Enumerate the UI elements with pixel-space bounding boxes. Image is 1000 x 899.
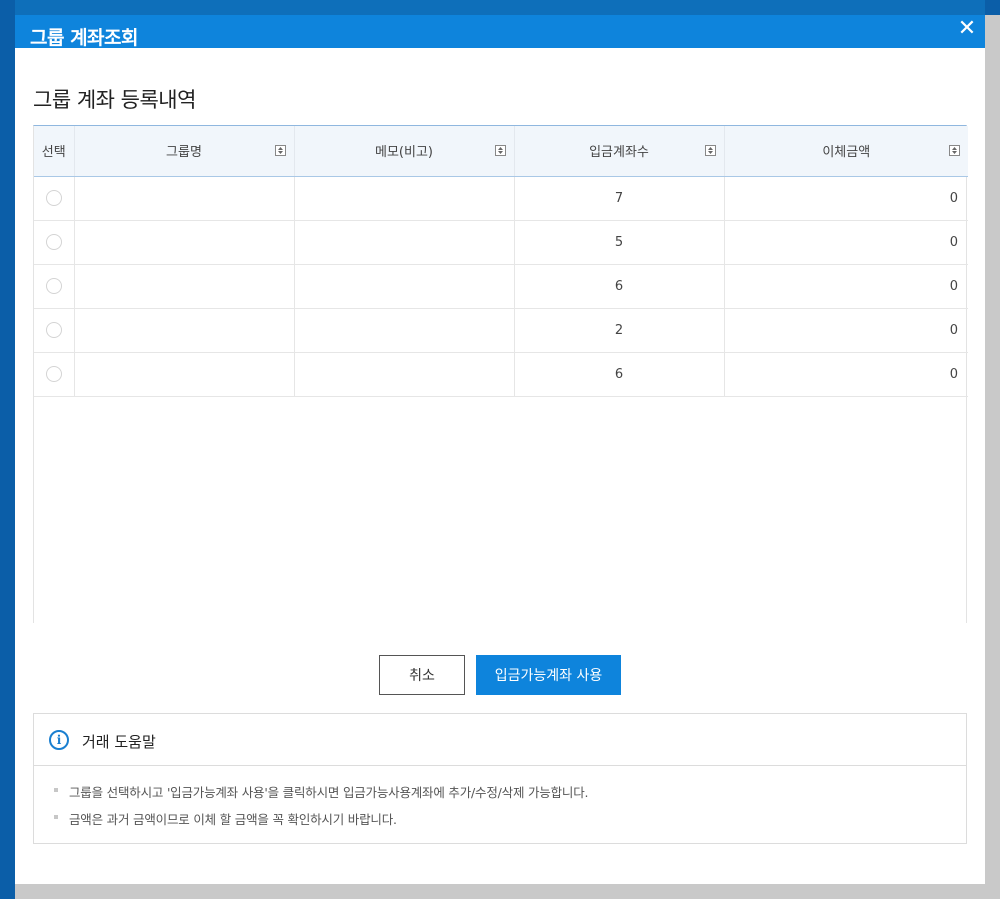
help-title: 거래 도움말: [82, 733, 156, 751]
select-cell: [34, 176, 75, 221]
memo-cell: [294, 176, 515, 221]
memo-cell: [294, 352, 515, 397]
help-list: 그룹을 선택하시고 '입금가능계좌 사용'을 클릭하시면 입금가능사용계좌에 추…: [34, 766, 966, 828]
row-radio[interactable]: [45, 190, 62, 206]
column-header-account-count[interactable]: 입금계좌수: [514, 126, 725, 177]
column-header-transfer-amount[interactable]: 이체금액: [724, 126, 968, 177]
column-header-group-name[interactable]: 그룹명: [74, 126, 295, 177]
row-radio[interactable]: [45, 234, 62, 250]
info-icon: i: [49, 730, 69, 750]
close-icon[interactable]: ✕: [955, 17, 979, 41]
action-buttons: 취소 입금가능계좌 사용: [15, 655, 985, 695]
group-name-cell: [74, 352, 295, 397]
table-row[interactable]: 6 0: [34, 352, 968, 397]
group-account-grid: 선택 그룹명 메모(비고) 입금계좌수 이체금액 7 0 5 0 6 0 2 0…: [33, 125, 968, 623]
section-title: 그룹 계좌 등록내역: [33, 88, 196, 112]
use-available-account-button[interactable]: 입금가능계좌 사용: [476, 655, 621, 695]
group-name-cell: [74, 176, 295, 221]
group-account-modal: 그룹 계좌조회 ✕ 그룹 계좌 등록내역 선택 그룹명 메모(비고) 입금계좌수…: [15, 0, 985, 884]
transfer-amount-cell: 0: [724, 308, 968, 353]
modal-header: 그룹 계좌조회 ✕: [15, 0, 985, 49]
transfer-amount-cell: 0: [724, 220, 968, 265]
group-name-cell: [74, 308, 295, 353]
help-item: 그룹을 선택하시고 '입금가능계좌 사용'을 클릭하시면 입금가능사용계좌에 추…: [54, 782, 966, 801]
account-count-cell: 6: [514, 352, 725, 397]
select-cell: [34, 220, 75, 265]
transfer-amount-cell: 0: [724, 264, 968, 309]
sort-icon[interactable]: [704, 145, 716, 156]
memo-cell: [294, 308, 515, 353]
row-radio[interactable]: [45, 322, 62, 338]
transfer-amount-cell: 0: [724, 352, 968, 397]
group-name-cell: [74, 220, 295, 265]
column-header-memo[interactable]: 메모(비고): [294, 126, 515, 177]
select-cell: [34, 308, 75, 353]
group-name-cell: [74, 264, 295, 309]
sort-icon[interactable]: [949, 145, 960, 156]
table-row[interactable]: 2 0: [34, 308, 968, 353]
cancel-button[interactable]: 취소: [379, 655, 465, 695]
modal-title: 그룹 계좌조회: [30, 27, 139, 49]
help-header: i 거래 도움말: [34, 714, 966, 766]
table-row[interactable]: 5 0: [34, 220, 968, 265]
account-count-cell: 5: [514, 220, 725, 265]
account-count-cell: 6: [514, 264, 725, 309]
select-cell: [34, 352, 75, 397]
group-account-table: 선택 그룹명 메모(비고) 입금계좌수 이체금액 7 0 5 0 6 0 2 0…: [34, 126, 968, 397]
row-radio[interactable]: [45, 366, 62, 382]
table-header-row: 선택 그룹명 메모(비고) 입금계좌수 이체금액: [34, 126, 968, 177]
table-row[interactable]: 7 0: [34, 176, 968, 221]
help-item: 금액은 과거 금액이므로 이체 할 금액을 꼭 확인하시기 바랍니다.: [54, 809, 966, 828]
memo-cell: [294, 220, 515, 265]
account-count-cell: 2: [514, 308, 725, 353]
column-header-select: 선택: [34, 126, 75, 177]
transfer-amount-cell: 0: [724, 176, 968, 221]
row-radio[interactable]: [45, 278, 62, 294]
account-count-cell: 7: [514, 176, 725, 221]
select-cell: [34, 264, 75, 309]
sort-icon[interactable]: [494, 145, 506, 156]
transaction-help-box: i 거래 도움말 그룹을 선택하시고 '입금가능계좌 사용'을 클릭하시면 입금…: [33, 713, 967, 844]
table-row[interactable]: 6 0: [34, 264, 968, 309]
sort-icon[interactable]: [274, 145, 286, 156]
memo-cell: [294, 264, 515, 309]
